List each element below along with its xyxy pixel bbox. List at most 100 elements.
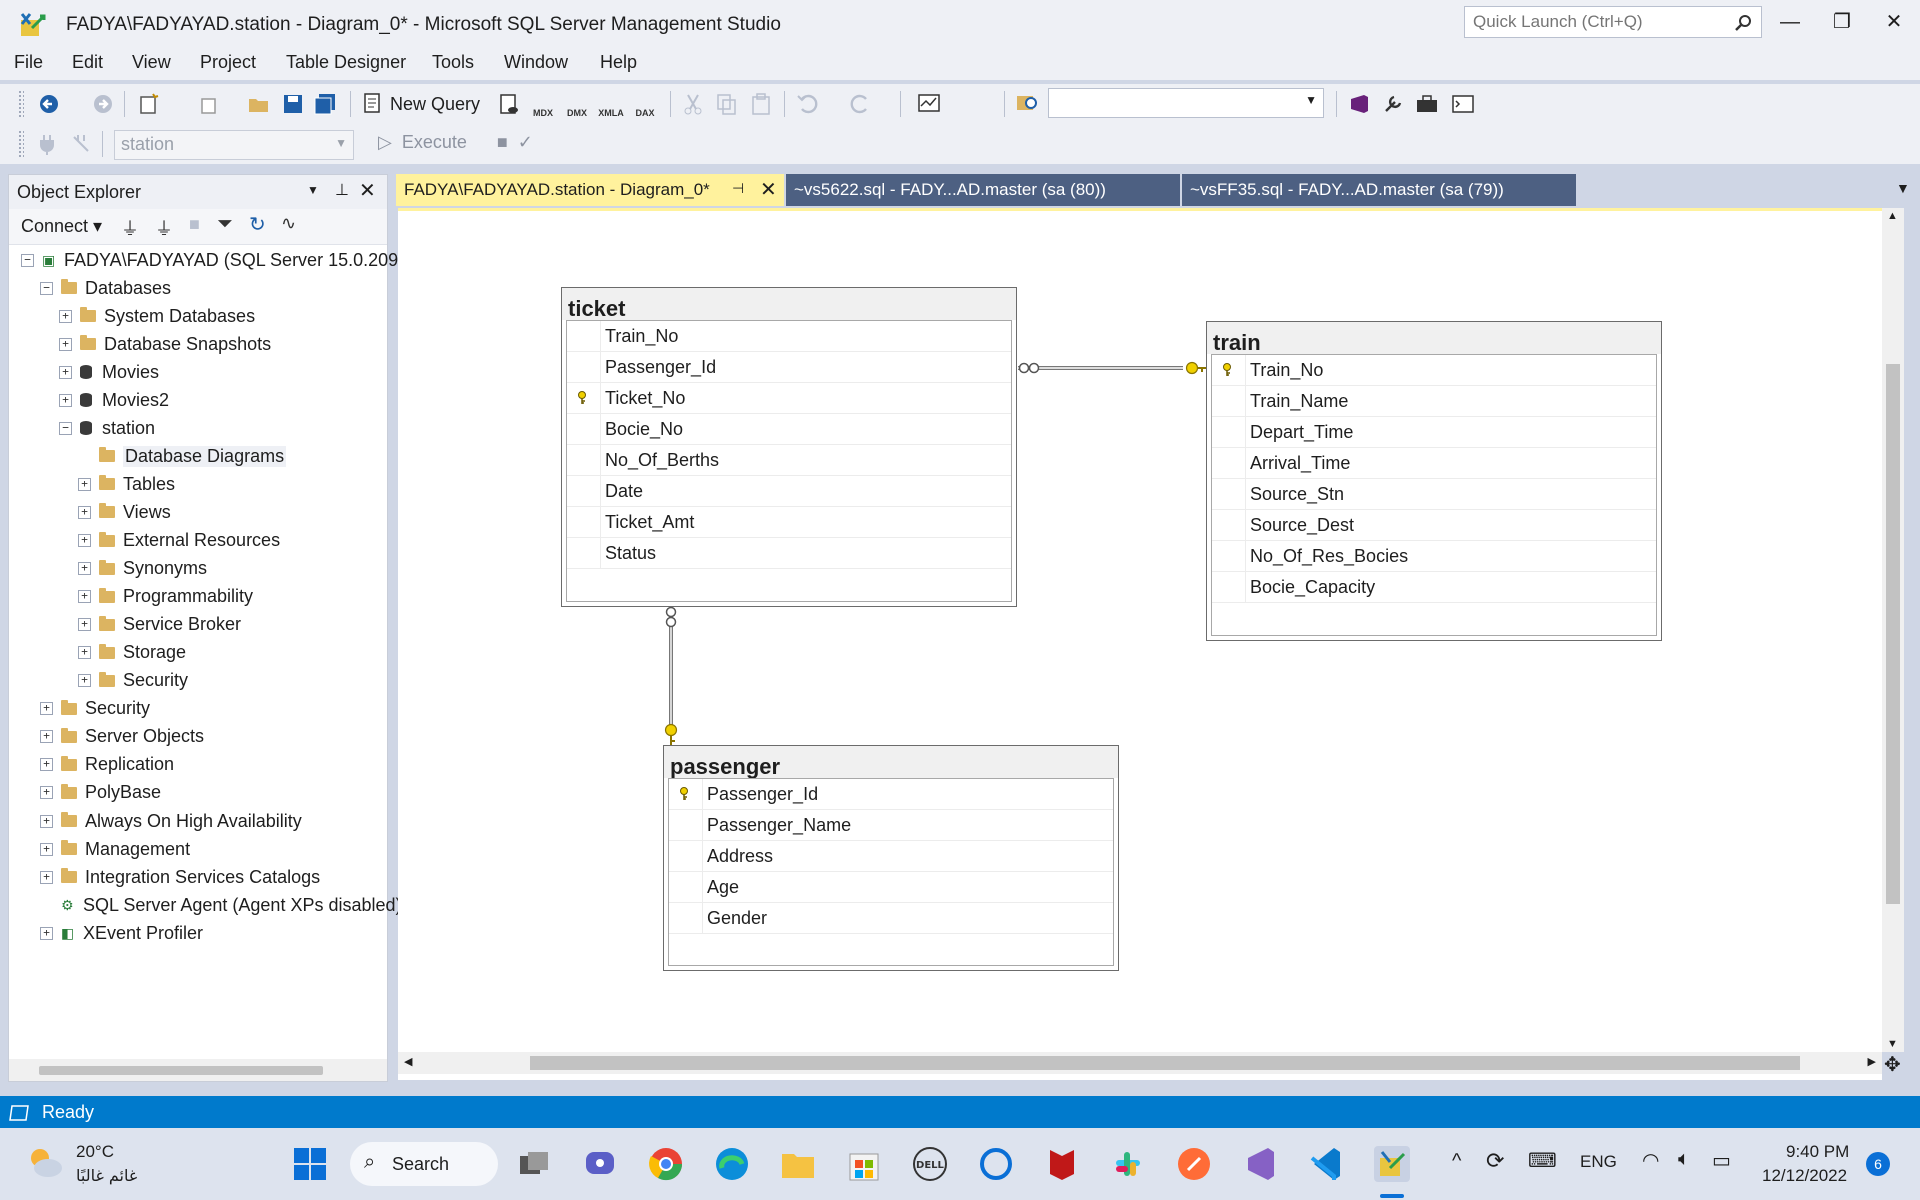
vscode-icon[interactable] (1306, 1144, 1346, 1184)
edge-icon[interactable] (712, 1144, 752, 1184)
menu-edit[interactable]: Edit (72, 52, 103, 73)
expand-icon[interactable]: + (59, 365, 72, 379)
tree-node[interactable]: + Movies2 (59, 387, 169, 413)
copy-icon[interactable] (714, 91, 740, 117)
row-selector[interactable] (567, 414, 601, 444)
tab-overflow-icon[interactable]: ▼ (1896, 180, 1910, 196)
expand-icon[interactable]: + (78, 534, 91, 547)
row-selector[interactable] (567, 476, 601, 506)
notification-badge[interactable]: 6 (1866, 1152, 1890, 1176)
language-indicator[interactable]: ENG (1580, 1152, 1617, 1172)
tab-query-vs5622[interactable]: ~vs5622.sql - FADY...AD.master (sa (80)) (786, 174, 1180, 206)
battery-icon[interactable]: ▭ (1712, 1148, 1731, 1173)
database-engine-query-icon[interactable] (496, 91, 522, 117)
chrome-icon[interactable] (646, 1144, 686, 1184)
weather-cloud-icon[interactable] (22, 1142, 66, 1182)
row-selector[interactable] (669, 810, 703, 840)
expand-icon[interactable]: + (40, 730, 53, 744)
execute-button[interactable]: ▷ Execute ■ ✓ (378, 132, 533, 153)
tree-node[interactable]: + Views (78, 499, 171, 525)
xmla-query-icon[interactable]: XMLA (598, 90, 624, 118)
column-row[interactable]: Source_Dest (1212, 510, 1656, 541)
expand-icon[interactable]: + (59, 309, 72, 323)
filter-icon[interactable]: ⏷ (217, 213, 233, 236)
scrollbar-thumb[interactable] (530, 1056, 1800, 1070)
column-row[interactable]: No_Of_Berths (567, 445, 1011, 476)
relationship-ticket-passenger[interactable] (664, 606, 678, 746)
dell-icon[interactable]: DELL (910, 1144, 950, 1184)
row-selector[interactable] (1212, 448, 1246, 478)
tree-node[interactable]: ⚙ SQL Server Agent (Agent XPs disabled) (40, 892, 402, 918)
expand-icon[interactable]: + (59, 393, 72, 407)
pin-icon[interactable]: ⊣ (732, 180, 744, 197)
mdx-query-icon[interactable]: MDX (530, 90, 556, 118)
new-project-icon[interactable] (136, 91, 162, 117)
disconnect-icon[interactable]: ⏚ (155, 215, 173, 241)
vertical-scrollbar[interactable]: ▲ ▼ (1882, 208, 1904, 1052)
tree-node[interactable]: + Tables (78, 471, 175, 497)
tree-node[interactable]: + Synonyms (78, 556, 207, 582)
expand-icon[interactable]: + (40, 926, 53, 940)
minimize-icon[interactable]: — (1772, 8, 1808, 36)
tree-node[interactable]: + Programmability (78, 584, 253, 610)
tree-node[interactable]: + Movies (59, 359, 159, 385)
expand-icon[interactable]: + (40, 786, 53, 800)
horizontal-scrollbar[interactable]: ◀ ▶ (398, 1052, 1882, 1074)
expand-icon[interactable]: + (78, 590, 91, 604)
row-selector[interactable] (567, 445, 601, 475)
sync-icon[interactable]: ⟳ (1486, 1148, 1504, 1174)
toolbar-grip[interactable] (18, 90, 24, 118)
dax-query-icon[interactable]: DAX (632, 90, 658, 118)
change-connection-icon[interactable] (68, 131, 94, 157)
column-row[interactable]: No_Of_Res_Bocies (1212, 541, 1656, 572)
column-row[interactable]: Gender (669, 903, 1113, 934)
save-all-icon[interactable] (312, 91, 338, 117)
cortana-icon[interactable] (976, 1144, 1016, 1184)
expand-icon[interactable]: + (59, 337, 72, 351)
close-icon[interactable]: ✕ (760, 177, 777, 202)
menu-project[interactable]: Project (200, 52, 256, 73)
expand-icon[interactable]: + (40, 814, 53, 828)
tree-node[interactable]: − Databases (40, 275, 171, 301)
row-selector[interactable] (669, 779, 703, 809)
command-window-icon[interactable] (1450, 91, 1476, 117)
weather-description[interactable]: غائم غالبًا (76, 1166, 137, 1185)
row-selector[interactable] (1212, 541, 1246, 571)
file-explorer-icon[interactable] (778, 1144, 818, 1184)
row-selector[interactable] (567, 321, 601, 351)
menu-table-designer[interactable]: Table Designer (286, 52, 406, 73)
available-databases-dropdown[interactable]: station ▼ (114, 130, 354, 160)
row-selector[interactable] (567, 383, 601, 413)
expand-icon[interactable]: + (40, 842, 53, 856)
tree-node[interactable]: + ◧ XEvent Profiler (40, 920, 203, 946)
row-selector[interactable] (1212, 510, 1246, 540)
table-train[interactable]: train Train_No Train_Name Depart_Time Arriv… (1206, 321, 1662, 641)
scroll-down-icon[interactable]: ▼ (1887, 1038, 1898, 1050)
open-folder-icon[interactable] (246, 91, 272, 117)
taskbar-search-button[interactable]: ⌕ Search (350, 1142, 498, 1186)
tree-node[interactable]: Database Diagrams (78, 443, 287, 469)
tab-diagram[interactable]: FADYA\FADYAYAD.station - Diagram_0* ⊣ ✕ (396, 174, 784, 206)
row-selector[interactable] (1212, 479, 1246, 509)
scroll-left-icon[interactable]: ◀ (404, 1055, 412, 1068)
activity-icon[interactable]: ∿ (281, 213, 296, 234)
row-selector[interactable] (669, 903, 703, 933)
tree-node[interactable]: + Integration Services Catalogs (40, 864, 320, 890)
connect-dropdown[interactable]: Connect ▾ (21, 216, 102, 237)
collapse-icon[interactable]: − (40, 281, 53, 295)
expand-icon[interactable]: + (40, 702, 53, 716)
row-selector[interactable] (1212, 386, 1246, 416)
windows-start-icon[interactable] (290, 1144, 330, 1184)
menu-tools[interactable]: Tools (432, 52, 474, 73)
clock-time[interactable]: 9:40 PM (1786, 1142, 1849, 1162)
clock-date[interactable]: 12/12/2022 (1762, 1166, 1847, 1186)
scrollbar-thumb[interactable] (39, 1066, 323, 1075)
collapse-icon[interactable]: − (59, 421, 72, 435)
menu-window[interactable]: Window (504, 52, 568, 73)
quick-launch-box[interactable] (1464, 6, 1762, 38)
column-row[interactable]: Ticket_No (567, 383, 1011, 414)
activity-monitor-icon[interactable] (916, 91, 942, 117)
row-selector[interactable] (669, 841, 703, 871)
expand-icon[interactable]: + (78, 646, 91, 660)
solution-configuration-dropdown[interactable]: ▼ (1048, 88, 1324, 118)
